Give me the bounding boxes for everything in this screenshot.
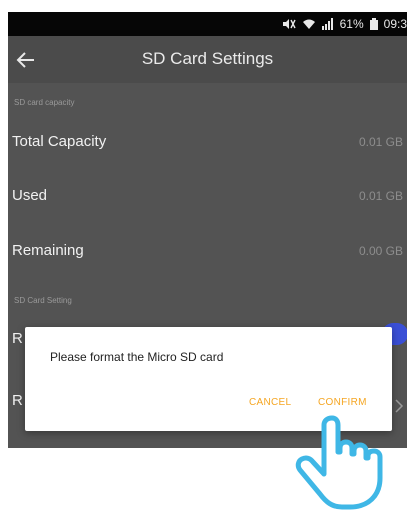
row-used: Used 0.01 GB [8, 175, 407, 219]
chevron-right-icon [395, 399, 404, 413]
cancel-button[interactable]: CANCEL [249, 397, 291, 408]
row-total-capacity: Total Capacity 0.01 GB [8, 121, 407, 165]
row-value: 0.00 GB [358, 244, 403, 258]
setting-row-2-label: R [12, 392, 23, 409]
row-label: Total Capacity [12, 133, 107, 150]
wifi-icon [302, 18, 316, 30]
row-value: 0.01 GB [358, 189, 403, 203]
section-header-setting: SD Card Setting [14, 296, 72, 305]
clock: 09:3 [383, 17, 407, 31]
setting-row-1-label: R [12, 330, 23, 347]
app-bar: SD Card Settings [8, 36, 407, 83]
row-value: 0.01 GB [358, 135, 403, 149]
battery-percent: 61% [339, 17, 364, 31]
signal-icon [321, 18, 334, 30]
section-header-capacity: SD card capacity [14, 98, 75, 107]
hand-pointer-icon [295, 415, 383, 510]
mute-icon [282, 18, 296, 30]
confirm-button[interactable]: CONFIRM [318, 397, 367, 408]
status-bar: 61% 09:3 [8, 12, 407, 36]
page-title: SD Card Settings [141, 49, 274, 68]
row-label: Remaining [12, 242, 84, 259]
dialog-message: Please format the Micro SD card [50, 350, 224, 364]
row-remaining: Remaining 0.00 GB [8, 230, 407, 274]
battery-icon [369, 18, 378, 30]
row-label: Used [12, 187, 48, 204]
